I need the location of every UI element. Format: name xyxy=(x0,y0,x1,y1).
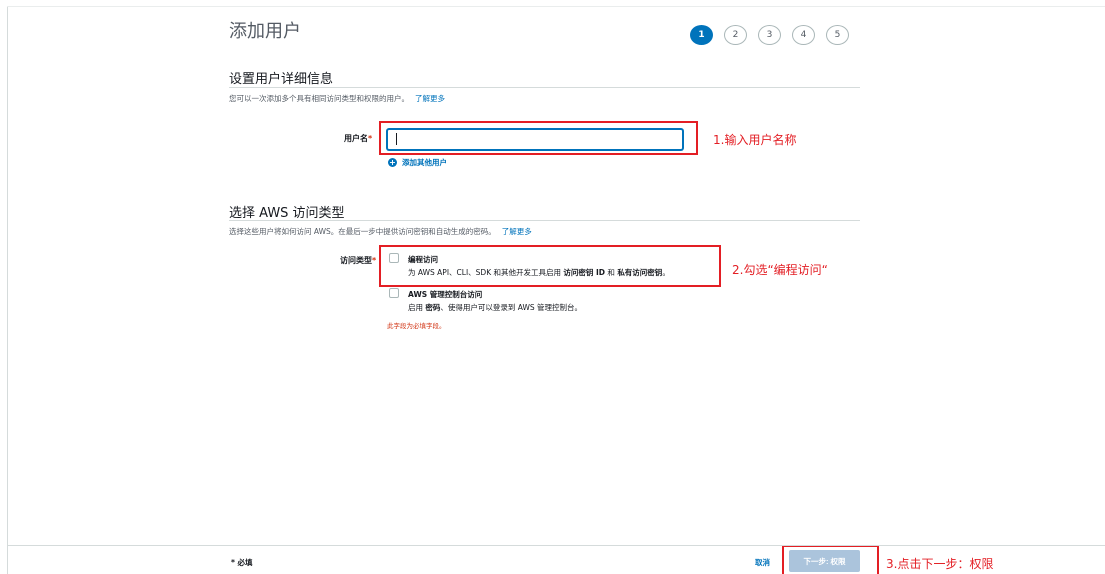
add-other-user-label: 添加其他用户 xyxy=(402,158,447,167)
annotation-box-username xyxy=(379,121,698,155)
access-description-text: 选择这些用户将如何访问 AWS。在最后一步中提供访问密钥和自动生成的密码。 xyxy=(229,227,496,236)
access-section-divider xyxy=(229,220,860,221)
next-permissions-button[interactable]: 下一步: 权限 xyxy=(789,550,860,572)
details-section-description: 您可以一次添加多个具有相同访问类型和权限的用户。 了解更多 xyxy=(229,93,445,104)
console-desc-prefix: 启用 xyxy=(408,303,426,312)
annotation-text-step1: 1.输入用户名称 xyxy=(713,133,797,147)
required-star: * xyxy=(368,134,373,143)
console-access-title: AWS 管理控制台访问 xyxy=(408,290,483,299)
console-desc-key: 密码 xyxy=(425,303,441,312)
access-type-label: 访问类型* xyxy=(340,255,376,266)
page-border-top xyxy=(7,6,1105,7)
details-learn-more-link[interactable]: 了解更多 xyxy=(415,94,445,103)
page-border-left xyxy=(7,6,8,574)
username-label: 用户名* xyxy=(344,133,372,144)
console-access-checkbox[interactable] xyxy=(389,288,399,298)
plus-circle-icon: + xyxy=(388,158,397,167)
step-4[interactable]: 4 xyxy=(792,25,815,45)
footer-divider xyxy=(7,545,1105,546)
details-section-title: 设置用户详细信息 xyxy=(229,72,334,87)
annotation-text-step2: 2.勾选“编程访问“ xyxy=(732,263,828,277)
access-type-label-text: 访问类型 xyxy=(340,256,372,265)
page-title: 添加用户 xyxy=(229,21,301,42)
annotation-box-programmatic xyxy=(379,245,721,287)
required-star: * xyxy=(372,256,377,265)
step-5[interactable]: 5 xyxy=(826,25,849,45)
console-access-description: 启用 密码、使得用户可以登录到 AWS 管理控制台。 xyxy=(408,302,582,313)
details-section-divider xyxy=(229,87,860,88)
step-2[interactable]: 2 xyxy=(724,25,747,45)
required-field-error: 此字段为必填字段。 xyxy=(387,322,446,330)
required-note: * 必填 xyxy=(231,558,253,567)
step-3[interactable]: 3 xyxy=(758,25,781,45)
console-desc-suffix: 、使得用户可以登录到 AWS 管理控制台。 xyxy=(440,303,583,312)
step-1[interactable]: 1 xyxy=(690,25,713,45)
access-learn-more-link[interactable]: 了解更多 xyxy=(502,227,532,236)
cancel-button[interactable]: 取消 xyxy=(755,557,770,568)
access-section-description: 选择这些用户将如何访问 AWS。在最后一步中提供访问密钥和自动生成的密码。 了解更… xyxy=(229,226,532,237)
username-label-text: 用户名 xyxy=(344,134,368,143)
add-other-user-button[interactable]: + 添加其他用户 xyxy=(388,157,447,168)
access-section-title: 选择 AWS 访问类型 xyxy=(229,206,345,221)
annotation-text-step3: 3.点击下一步：权限 xyxy=(886,557,994,571)
step-indicator: 1 2 3 4 5 xyxy=(690,25,849,45)
details-description-text: 您可以一次添加多个具有相同访问类型和权限的用户。 xyxy=(229,94,409,103)
